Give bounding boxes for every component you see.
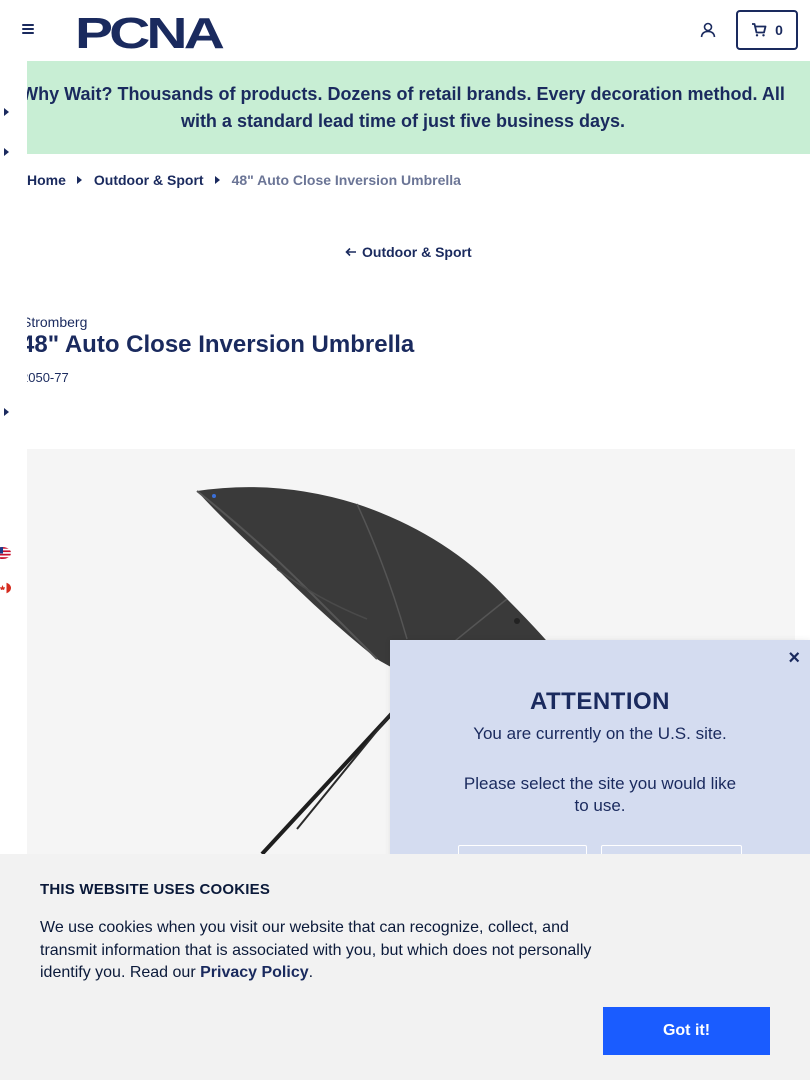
modal-instruction-text: Please select the site you would like to… [463,774,737,815]
site-header: PCNA 0 [0,0,810,61]
promo-banner: Why Wait? Thousands of products. Dozens … [0,61,810,154]
menu-icon[interactable] [20,22,36,38]
close-icon[interactable]: × [788,648,800,668]
privacy-policy-link[interactable]: Privacy Policy [200,964,309,981]
pcna-logo[interactable]: PCNA [75,10,225,52]
cookie-body: We use cookies when you visit our websit… [40,919,592,981]
cookie-banner: THIS WEBSITE USES COOKIES We use cookies… [0,854,810,1080]
breadcrumb-outdoor-sport[interactable]: Outdoor & Sport [94,172,204,188]
expand-arrow-icon[interactable] [4,108,9,116]
accept-cookies-button[interactable]: Got it! [603,1007,770,1055]
back-link-label: Outdoor & Sport [362,244,472,260]
page-title: 48" Auto Close Inversion Umbrella [21,331,415,358]
chevron-right-icon [214,176,220,184]
logo-text: PCNA [75,10,224,52]
cookie-period: . [308,964,314,981]
product-sku: 2050-77 [21,370,69,385]
cookie-text: We use cookies when you visit our websit… [40,917,610,985]
breadcrumb: Home Outdoor & Sport 48" Auto Close Inve… [27,172,461,188]
modal-title: ATTENTION [529,688,671,715]
account-icon[interactable] [698,20,718,40]
cart-count: 0 [775,22,783,38]
back-link[interactable]: Outdoor & Sport [345,244,472,260]
cart-button[interactable]: 0 [736,10,798,50]
product-brand[interactable]: Stromberg [22,314,87,330]
canada-flag-icon[interactable] [0,582,11,594]
breadcrumb-current: 48" Auto Close Inversion Umbrella [231,172,461,188]
modal-current-site-text: You are currently on the U.S. site. [473,724,727,743]
cart-icon [752,23,767,37]
arrow-left-icon [345,247,356,257]
us-flag-icon[interactable] [0,547,11,559]
promo-text: Why Wait? Thousands of products. Dozens … [21,83,785,131]
expand-arrow-icon[interactable] [4,408,9,416]
cookie-title: THIS WEBSITE USES COOKIES [40,881,271,898]
breadcrumb-home[interactable]: Home [27,172,66,188]
chevron-right-icon [76,176,82,184]
expand-arrow-icon[interactable] [4,148,9,156]
